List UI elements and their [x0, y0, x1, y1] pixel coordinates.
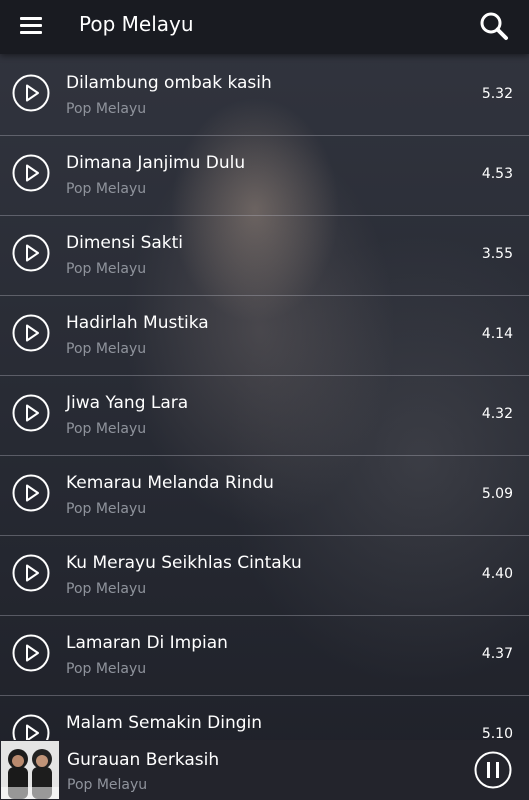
- song-title: Hadirlah Mustika: [66, 313, 209, 333]
- song-title: Dimana Janjimu Dulu: [66, 153, 246, 173]
- song-duration: 4.32: [481, 406, 513, 422]
- play-circle-icon[interactable]: [12, 314, 50, 352]
- song-row[interactable]: Dimana Janjimu Dulu Pop Melayu 4.53: [0, 136, 529, 216]
- song-duration: 4.40: [481, 566, 513, 582]
- album-art-thumbnail: [1, 741, 59, 799]
- song-row[interactable]: Kemarau Melanda Rindu Pop Melayu 5.09: [0, 456, 529, 536]
- song-title: Lamaran Di Impian: [66, 633, 228, 653]
- song-title: Dilambung ombak kasih: [66, 73, 272, 93]
- song-artist: Pop Melayu: [66, 181, 147, 197]
- song-duration: 5.10: [481, 726, 513, 740]
- play-circle-icon[interactable]: [12, 154, 50, 192]
- page-title: Pop Melayu: [79, 12, 194, 36]
- song-title: Malam Semakin Dingin: [66, 713, 263, 733]
- song-duration: 3.55: [481, 246, 513, 262]
- song-duration: 5.32: [481, 86, 513, 102]
- now-playing-title: Gurauan Berkasih: [67, 750, 220, 770]
- play-circle-icon[interactable]: [12, 74, 50, 112]
- search-icon[interactable]: [478, 10, 510, 42]
- play-circle-icon[interactable]: [12, 234, 50, 272]
- song-title: Dimensi Sakti: [66, 233, 184, 253]
- song-row[interactable]: Malam Semakin DinginPop Melayu5.10: [0, 696, 529, 740]
- song-list: Dilambung ombak kasih Pop Melayu 5.32 Diman…: [0, 56, 529, 740]
- song-row[interactable]: Hadirlah Mustika Pop Melayu 4.14: [0, 296, 529, 376]
- pause-icon[interactable]: [474, 751, 512, 789]
- song-row[interactable]: Lamaran Di Impian Pop Melayu 4.37: [0, 616, 529, 696]
- song-title: Kemarau Melanda Rindu: [66, 473, 274, 493]
- song-title: Ku Merayu Seikhlas Cintaku: [66, 553, 302, 573]
- play-circle-icon[interactable]: [12, 474, 50, 512]
- song-row[interactable]: Dimensi Sakti Pop Melayu 3.55: [0, 216, 529, 296]
- song-artist: Pop Melayu: [66, 501, 147, 517]
- song-row[interactable]: Ku Merayu Seikhlas Cintaku Pop Melayu 4.40: [0, 536, 529, 616]
- song-artist: Pop Melayu: [66, 101, 147, 117]
- app-bar: Pop Melayu: [0, 0, 529, 54]
- song-row[interactable]: Dilambung ombak kasih Pop Melayu 5.32: [0, 56, 529, 136]
- play-circle-icon[interactable]: [12, 634, 50, 672]
- song-duration: 4.37: [481, 646, 513, 662]
- song-artist: Pop Melayu: [66, 661, 147, 677]
- hamburger-menu-icon[interactable]: [20, 16, 42, 34]
- mini-player[interactable]: Gurauan Berkasih Pop Melayu: [0, 740, 529, 800]
- song-title: Jiwa Yang Lara: [66, 393, 189, 413]
- song-artist: Pop Melayu: [66, 581, 147, 597]
- song-artist: Pop Melayu: [66, 341, 147, 357]
- song-artist: Pop Melayu: [66, 421, 147, 437]
- play-circle-icon[interactable]: [12, 554, 50, 592]
- play-circle-icon[interactable]: [12, 394, 50, 432]
- now-playing-artist: Pop Melayu: [67, 777, 148, 793]
- song-artist: Pop Melayu: [66, 261, 147, 277]
- song-duration: 4.14: [481, 326, 513, 342]
- song-row[interactable]: Jiwa Yang Lara Pop Melayu 4.32: [0, 376, 529, 456]
- song-duration: 4.53: [481, 166, 513, 182]
- song-duration: 5.09: [481, 486, 513, 502]
- play-circle-icon[interactable]: [12, 714, 50, 740]
